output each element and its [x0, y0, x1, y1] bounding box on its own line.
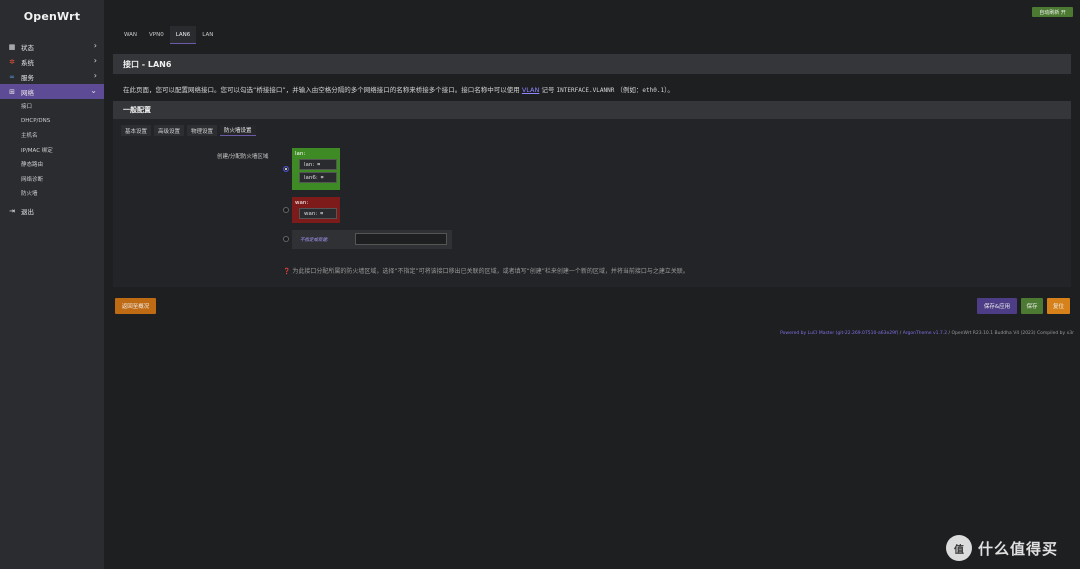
- plug-icon: ⌗: [320, 174, 324, 181]
- subtab-advanced[interactable]: 高级设置: [154, 125, 185, 136]
- interface-tabs: WAN VPN0 LAN6 LAN: [118, 26, 219, 44]
- reset-button[interactable]: 复位: [1047, 298, 1070, 314]
- description-text: 在此页面，您可以配置网络接口。您可以勾选“桥接接口”，并输入由空格分隔的多个网络…: [123, 86, 520, 94]
- radio-zone-lan[interactable]: [283, 166, 289, 172]
- sidebar-item-network[interactable]: ⊞ 网络 ⌄: [0, 84, 104, 99]
- zone-interface-wan: wan: ⌗: [299, 208, 337, 219]
- sidebar-subitem-ip-mac-binding[interactable]: IP/MAC 绑定: [0, 143, 104, 158]
- radio-zone-unspecified[interactable]: [283, 236, 289, 242]
- sidebar-subitem-interfaces[interactable]: 接口: [0, 99, 104, 114]
- description-code: eth0.1: [642, 87, 665, 94]
- zone-name: wan:: [295, 200, 309, 206]
- watermark-logo-icon: 值: [946, 535, 972, 561]
- page-description: 在此页面，您可以配置网络接口。您可以勾选“桥接接口”，并输入由空格分隔的多个网络…: [123, 84, 674, 94]
- auto-refresh-button[interactable]: 自动刷新 开: [1032, 7, 1073, 17]
- description-text: （例如：: [616, 86, 643, 94]
- sidebar-item-label: 服务: [21, 73, 34, 82]
- unspecified-label: 不指定或新建:: [300, 237, 329, 243]
- interface-label: lan6:: [304, 174, 318, 181]
- sidebar: OpenWrt ▦ 状态 › ✲ 系统 › ∞ 服务 › ⊞ 网络 ⌄ 接口 D…: [0, 0, 104, 569]
- help-icon: ❓: [283, 268, 291, 275]
- interface-label: wan:: [304, 210, 318, 217]
- zone-wan[interactable]: wan: wan: ⌗: [292, 197, 340, 223]
- sidebar-item-logout[interactable]: ⇥ 退出: [0, 204, 104, 219]
- subtab-firewall[interactable]: 防火墙设置: [220, 125, 256, 136]
- tab-lan[interactable]: LAN: [196, 26, 219, 44]
- chevron-down-icon: ⌄: [90, 86, 97, 95]
- description-text: ）。: [664, 86, 674, 94]
- tab-wan[interactable]: WAN: [118, 26, 143, 44]
- footer-text: / OpenWrt R23.10.1 Buddha V4 (2023) Comp…: [947, 331, 1074, 336]
- subtab-basic[interactable]: 基本设置: [121, 125, 152, 136]
- new-zone-input[interactable]: [355, 233, 447, 245]
- zone-unspecified: 不指定或新建:: [292, 230, 452, 249]
- chevron-right-icon: ›: [93, 71, 97, 80]
- sidebar-item-status[interactable]: ▦ 状态 ›: [0, 39, 104, 54]
- hint-text: 为此接口分配所属的防火墙区域，选择“不指定”可将该接口移出已关联的区域，或者填写…: [292, 268, 689, 275]
- vlan-link[interactable]: VLAN: [522, 86, 540, 94]
- zone-interface-lan: lan: ⌗: [299, 159, 337, 170]
- sidebar-item-label: 状态: [21, 43, 34, 52]
- sidebar-item-label: 网络: [21, 88, 34, 97]
- logout-icon: ⇥: [9, 207, 15, 215]
- sidebar-item-system[interactable]: ✲ 系统 ›: [0, 54, 104, 69]
- config-subtabs: 基本设置 高级设置 物理设置 防火墙设置: [121, 125, 259, 136]
- sidebar-subitem-firewall[interactable]: 防火墙: [0, 186, 104, 201]
- back-to-overview-button[interactable]: 返回至概况: [115, 298, 156, 314]
- sidebar-item-label: 退出: [21, 208, 34, 216]
- network-icon: ⊞: [9, 87, 15, 96]
- zone-name: lan:: [295, 151, 306, 157]
- section-title: 一般配置: [113, 101, 1071, 119]
- page-title: 接口 - LAN6: [113, 54, 1071, 74]
- gear-icon: ✲: [9, 57, 15, 66]
- sidebar-subitem-dhcp-dns[interactable]: DHCP/DNS: [0, 114, 104, 129]
- description-text: 记号: [541, 86, 555, 94]
- chevron-right-icon: ›: [93, 41, 97, 50]
- sidebar-subitem-diagnostics[interactable]: 网络诊断: [0, 172, 104, 187]
- save-button[interactable]: 保存: [1021, 298, 1043, 314]
- dashboard-icon: ▦: [8, 42, 16, 51]
- zone-interface-lan6: lan6: ⌗: [299, 172, 337, 183]
- sidebar-subitem-hostnames[interactable]: 主机名: [0, 128, 104, 143]
- plug-icon: ⌗: [320, 210, 324, 217]
- firewall-zone-label: 创建/分配防火墙区域: [217, 154, 269, 160]
- luci-link[interactable]: Powered by LuCI Master (git-22.269.07510…: [780, 331, 898, 336]
- tab-vpn0[interactable]: VPN0: [143, 26, 170, 44]
- watermark-text: 什么值得买: [978, 539, 1059, 558]
- chevron-right-icon: ›: [93, 56, 97, 65]
- openwrt-logo[interactable]: OpenWrt: [0, 10, 104, 23]
- sidebar-item-label: 系统: [21, 58, 34, 67]
- interface-label: lan:: [304, 161, 315, 168]
- link-icon: ∞: [9, 72, 15, 81]
- zone-lan[interactable]: lan: lan: ⌗ lan6: ⌗: [292, 148, 340, 190]
- general-config-section: 一般配置 基本设置 高级设置 物理设置 防火墙设置 创建/分配防火墙区域 lan…: [113, 101, 1071, 287]
- plug-icon: ⌗: [317, 161, 321, 168]
- sidebar-nav: ▦ 状态 › ✲ 系统 › ∞ 服务 › ⊞ 网络 ⌄ 接口 DHCP/DNS …: [0, 39, 104, 219]
- footer: Powered by LuCI Master (git-22.269.07510…: [780, 331, 1074, 336]
- save-apply-button[interactable]: 保存&应用: [977, 298, 1017, 314]
- subtab-physical[interactable]: 物理设置: [187, 125, 218, 136]
- sidebar-subitem-static-routes[interactable]: 静态路由: [0, 157, 104, 172]
- tab-lan6[interactable]: LAN6: [169, 26, 197, 44]
- radio-zone-wan[interactable]: [283, 207, 289, 213]
- sidebar-item-services[interactable]: ∞ 服务 ›: [0, 69, 104, 84]
- description-code: INTERFACE.VLANNR: [556, 87, 615, 94]
- theme-link[interactable]: ArgonTheme v1.7.2: [903, 331, 947, 336]
- watermark: 值 什么值得买: [946, 535, 1058, 561]
- firewall-hint: ❓ 为此接口分配所属的防火墙区域，选择“不指定”可将该接口移出已关联的区域，或者…: [283, 266, 689, 275]
